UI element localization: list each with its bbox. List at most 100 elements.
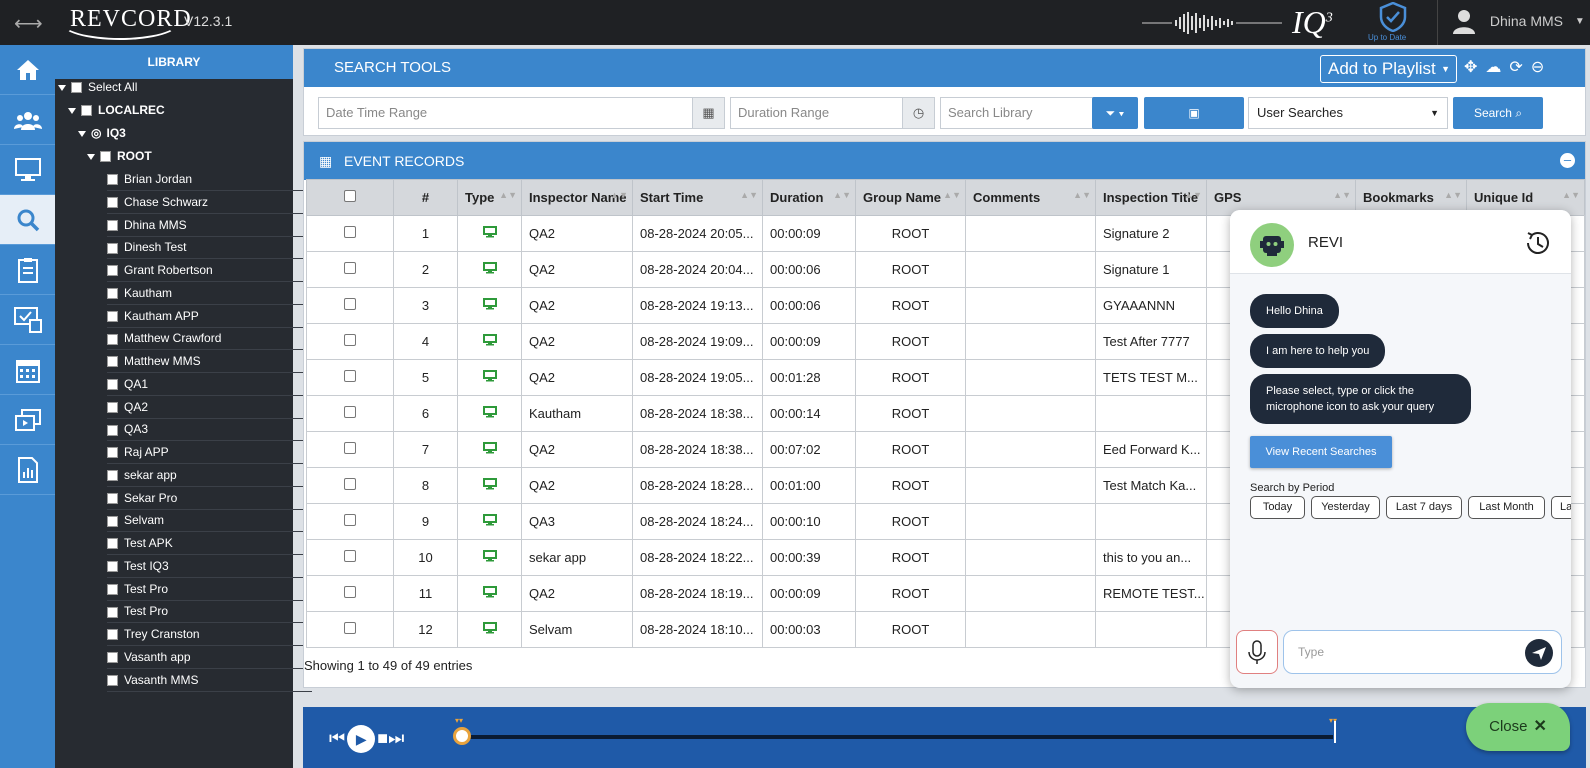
- library-item[interactable]: Dinesh Test: [107, 236, 312, 260]
- select-all-row[interactable]: Select All: [58, 76, 137, 98]
- expand-triangle-icon[interactable]: [87, 153, 95, 160]
- checkbox[interactable]: [107, 242, 118, 254]
- expand-triangle-icon[interactable]: [58, 84, 66, 91]
- sort-icon[interactable]: ▲▼: [1184, 190, 1202, 200]
- library-item[interactable]: Brian Jordan: [107, 168, 312, 191]
- header-select[interactable]: [306, 179, 394, 216]
- checkbox[interactable]: [107, 652, 118, 664]
- stop-icon[interactable]: ■: [377, 728, 388, 748]
- library-item[interactable]: Grant Robertson: [107, 259, 312, 282]
- expand-triangle-icon[interactable]: [68, 107, 76, 114]
- minimize-icon[interactable]: ⊖: [1531, 59, 1544, 76]
- move-icon[interactable]: ✥: [1464, 59, 1477, 76]
- library-item[interactable]: QA1: [107, 373, 312, 396]
- sort-icon[interactable]: ▲▼: [499, 190, 517, 200]
- sort-icon[interactable]: ▲▼: [1073, 190, 1091, 200]
- library-item[interactable]: Test Pro: [107, 600, 312, 624]
- checkbox[interactable]: [107, 470, 118, 482]
- checkbox[interactable]: [107, 174, 118, 186]
- column-header[interactable]: Inspection Title ▲▼: [1095, 179, 1207, 216]
- library-item[interactable]: Vasanth MMS: [107, 669, 312, 692]
- timeline-track[interactable]: [460, 735, 1333, 739]
- refresh-icon[interactable]: ⟳: [1509, 59, 1522, 76]
- row-checkbox[interactable]: [344, 406, 356, 418]
- chat-input[interactable]: Type: [1283, 630, 1562, 674]
- sort-icon[interactable]: ▲▼: [1333, 190, 1351, 200]
- checkbox[interactable]: [107, 424, 118, 436]
- clock-icon[interactable]: ◷: [902, 98, 934, 128]
- library-item[interactable]: Test APK: [107, 532, 312, 555]
- library-item[interactable]: Selvam: [107, 509, 312, 533]
- period-chip-today[interactable]: Today: [1250, 496, 1305, 519]
- nav-search[interactable]: [0, 195, 55, 245]
- checkbox[interactable]: [107, 197, 118, 209]
- cloud-download-icon[interactable]: ☁: [1485, 59, 1501, 76]
- period-chip-yesterday[interactable]: Yesterday: [1311, 496, 1380, 519]
- sort-icon[interactable]: ▲▼: [1444, 190, 1462, 200]
- minimize-icon[interactable]: –: [1560, 153, 1575, 168]
- play-icon[interactable]: ▶: [347, 725, 376, 753]
- period-chip-last-month[interactable]: Last Month: [1468, 496, 1545, 519]
- user-searches-select[interactable]: User Searches ▼: [1248, 97, 1448, 129]
- skip-back-icon[interactable]: ⏮: [329, 728, 345, 748]
- checkbox[interactable]: [107, 606, 118, 618]
- library-item[interactable]: QA2: [107, 396, 312, 419]
- checkbox[interactable]: [71, 82, 82, 94]
- column-header[interactable]: Duration ▲▼: [762, 179, 856, 216]
- checkbox[interactable]: [81, 105, 92, 117]
- search-library-input[interactable]: Search Library: [940, 97, 1095, 129]
- checkbox[interactable]: [107, 219, 118, 231]
- row-checkbox[interactable]: [344, 334, 356, 346]
- checkbox[interactable]: [107, 583, 118, 595]
- calendar-icon[interactable]: ▦: [692, 98, 724, 128]
- library-item[interactable]: Trey Cranston: [107, 623, 312, 646]
- column-header[interactable]: Comments ▲▼: [965, 179, 1096, 216]
- column-header[interactable]: Group Name ▲▼: [855, 179, 966, 216]
- library-item[interactable]: Matthew Crawford: [107, 327, 312, 351]
- row-checkbox[interactable]: [344, 226, 356, 238]
- user-menu[interactable]: Dhina MMS ▼: [1452, 8, 1585, 34]
- nav-clipboard[interactable]: [0, 245, 55, 295]
- library-item[interactable]: Vasanth app: [107, 646, 312, 669]
- timeline-knob[interactable]: [453, 727, 471, 745]
- row-checkbox[interactable]: [344, 298, 356, 310]
- sort-icon[interactable]: ▲▼: [610, 190, 628, 200]
- checkbox[interactable]: [107, 333, 118, 345]
- checkbox[interactable]: [107, 492, 118, 504]
- date-time-range-input[interactable]: Date Time Range ▦: [318, 97, 725, 129]
- close-chat-button[interactable]: Close ✕: [1466, 703, 1570, 751]
- library-item[interactable]: Kautham APP: [107, 305, 312, 328]
- tree-node-root[interactable]: ROOT: [87, 145, 152, 167]
- sort-icon[interactable]: ▲▼: [833, 190, 851, 200]
- checkbox[interactable]: [107, 356, 118, 368]
- library-item[interactable]: Sekar Pro: [107, 487, 312, 510]
- sort-icon[interactable]: ▲▼: [1562, 190, 1580, 200]
- period-chip-overflow[interactable]: La: [1551, 496, 1571, 519]
- nav-screen-check[interactable]: [0, 295, 55, 345]
- sort-icon[interactable]: ▲▼: [943, 190, 961, 200]
- search-button[interactable]: Search ⌕: [1453, 97, 1543, 129]
- expand-icon[interactable]: ⟷: [14, 11, 43, 36]
- nav-calendar[interactable]: [0, 345, 55, 395]
- row-checkbox[interactable]: [344, 550, 356, 562]
- row-checkbox[interactable]: [344, 262, 356, 274]
- library-item[interactable]: Dhina MMS: [107, 214, 312, 237]
- library-item[interactable]: Test IQ3: [107, 555, 312, 578]
- checkbox[interactable]: [107, 310, 118, 322]
- tree-node-iq3[interactable]: ◎ IQ3: [78, 122, 126, 144]
- nav-home[interactable]: [0, 45, 55, 95]
- timeline-end-handle[interactable]: [1334, 721, 1336, 743]
- library-item[interactable]: Raj APP: [107, 441, 312, 464]
- checkbox[interactable]: [107, 447, 118, 459]
- checkbox[interactable]: [107, 515, 118, 527]
- library-item[interactable]: Matthew MMS: [107, 350, 312, 373]
- view-recent-searches-button[interactable]: View Recent Searches: [1250, 436, 1392, 468]
- column-header[interactable]: #: [393, 179, 458, 216]
- column-header[interactable]: Start Time ▲▼: [632, 179, 763, 216]
- row-checkbox[interactable]: [344, 622, 356, 634]
- row-checkbox[interactable]: [344, 586, 356, 598]
- select-all-checkbox[interactable]: [344, 190, 356, 202]
- checkbox[interactable]: [107, 629, 118, 641]
- library-item[interactable]: Test Pro: [107, 578, 312, 601]
- library-item[interactable]: Kautham: [107, 282, 312, 305]
